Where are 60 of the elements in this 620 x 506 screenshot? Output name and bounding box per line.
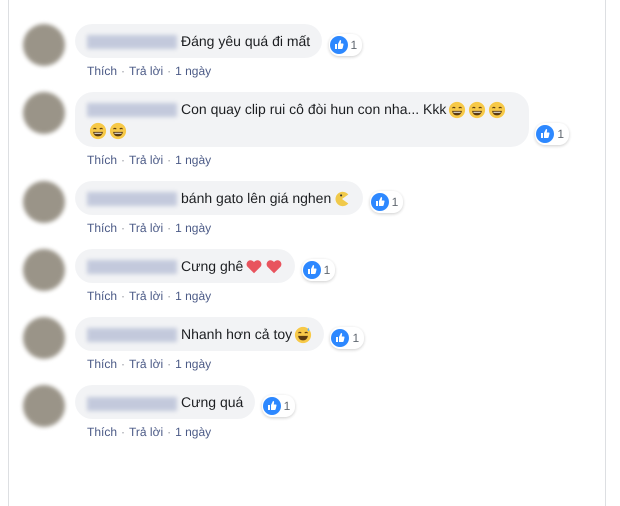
avatar[interactable] bbox=[23, 24, 65, 66]
separator-dot: · bbox=[121, 425, 126, 440]
comment-text: Nhanh hơn cả toy bbox=[181, 326, 292, 342]
laughing-emoji-icon bbox=[468, 101, 486, 120]
separator-dot: · bbox=[121, 357, 126, 372]
comment-action-link[interactable]: Thích bbox=[87, 220, 118, 235]
comment-time[interactable]: 1 ngày bbox=[175, 289, 212, 304]
like-count-badge[interactable]: 1 bbox=[302, 259, 336, 282]
comment-time[interactable]: 1 ngày bbox=[175, 64, 212, 78]
laughing-emoji-icon bbox=[89, 122, 107, 140]
sweat-smile-emoji-icon bbox=[294, 326, 312, 344]
comment-action-link[interactable]: Thích bbox=[87, 425, 118, 440]
comment-text: Đáng yêu quá đi mất bbox=[181, 33, 310, 49]
avatar[interactable] bbox=[23, 180, 65, 223]
comment-text: Cưng ghê bbox=[181, 258, 244, 274]
comment-action-link[interactable]: Trả lời bbox=[129, 64, 164, 78]
comment-time[interactable]: 1 ngày bbox=[175, 152, 212, 167]
separator-dot: · bbox=[121, 220, 126, 235]
separator-dot: · bbox=[167, 357, 172, 372]
thumbs-up-icon bbox=[536, 124, 554, 143]
comment-action-link[interactable]: Thích bbox=[87, 289, 118, 304]
separator-dot: · bbox=[121, 64, 126, 78]
comment-action-link[interactable]: Trả lời bbox=[129, 357, 164, 372]
like-count-badge[interactable]: 1 bbox=[262, 395, 296, 418]
comment-action-link[interactable]: Trả lời bbox=[129, 289, 164, 304]
laughing-emoji-icon bbox=[488, 101, 506, 120]
comment-action-link[interactable]: Trả lời bbox=[129, 220, 164, 235]
separator-dot: · bbox=[121, 152, 126, 167]
laughing-emoji-icon bbox=[109, 122, 127, 140]
avatar[interactable] bbox=[23, 317, 65, 360]
avatar[interactable] bbox=[23, 248, 65, 291]
like-count-badge[interactable]: 1 bbox=[330, 327, 364, 350]
comment-time[interactable]: 1 ngày bbox=[175, 220, 212, 235]
comment-action-link[interactable]: Trả lời bbox=[129, 152, 164, 167]
thumbs-up-icon bbox=[262, 397, 281, 416]
avatar[interactable] bbox=[23, 385, 65, 428]
thumbs-up-icon bbox=[302, 261, 321, 280]
laughing-emoji-icon bbox=[448, 101, 466, 120]
comment-action-link[interactable]: Thích bbox=[87, 152, 118, 167]
comment-text: Con quay clip rui cô đòi hun con nha... Kkk bbox=[181, 101, 446, 117]
comment-action-link[interactable]: Trả lời bbox=[129, 425, 164, 440]
avatar[interactable] bbox=[23, 92, 65, 134]
comment-time[interactable]: 1 ngày bbox=[175, 425, 212, 440]
separator-dot: · bbox=[121, 289, 126, 304]
like-count-badge[interactable]: 1 bbox=[328, 34, 362, 56]
comment-action-link[interactable]: Thích bbox=[87, 64, 118, 78]
separator-dot: · bbox=[167, 289, 172, 304]
comment-action-link[interactable]: Thích bbox=[87, 357, 118, 372]
like-count-badge[interactable]: 1 bbox=[370, 190, 404, 213]
comment-text: bánh gato lên giá nghen bbox=[181, 190, 332, 206]
comment-time[interactable]: 1 ngày bbox=[175, 357, 212, 372]
thumbs-up-icon bbox=[331, 329, 350, 348]
thumbs-up-icon bbox=[370, 192, 389, 211]
separator-dot: · bbox=[167, 152, 172, 167]
comment-text: Cưng quá bbox=[181, 394, 244, 410]
separator-dot: · bbox=[167, 64, 172, 78]
thumbs-up-icon bbox=[330, 36, 348, 54]
separator-dot: · bbox=[167, 425, 172, 440]
like-count-badge[interactable]: 1 bbox=[535, 122, 569, 145]
separator-dot: · bbox=[167, 220, 172, 235]
